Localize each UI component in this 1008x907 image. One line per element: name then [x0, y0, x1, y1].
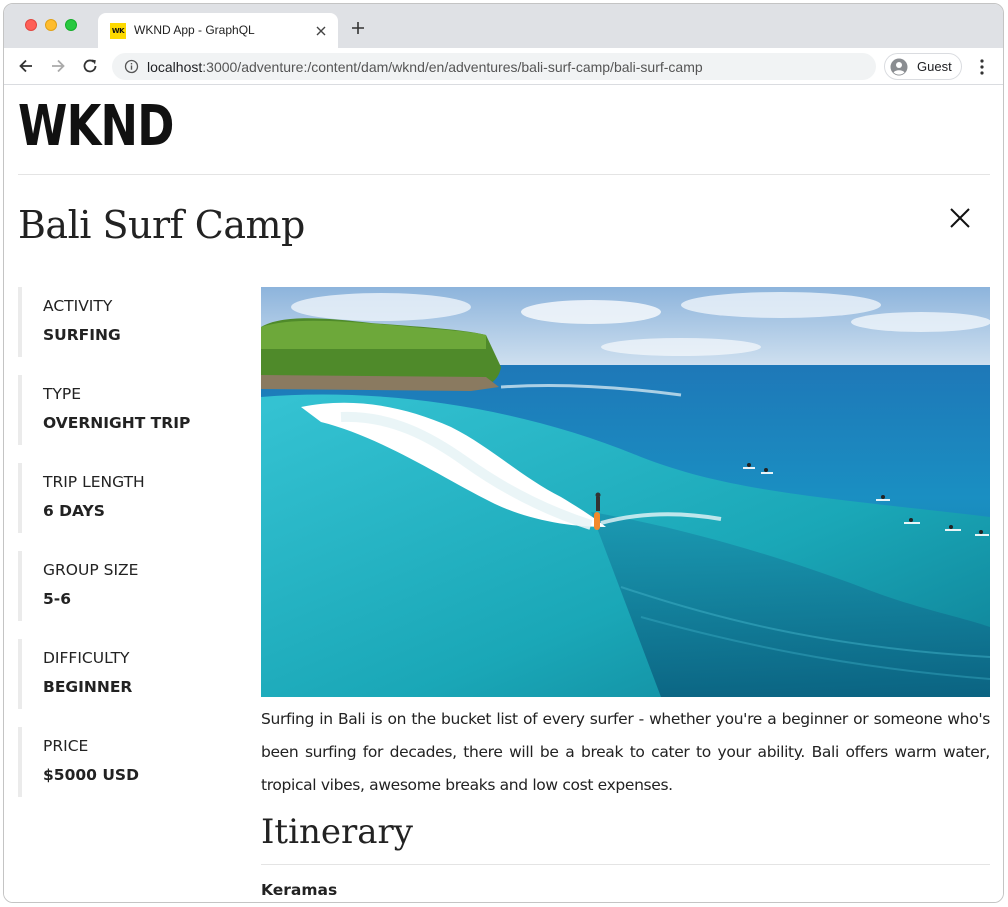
- favicon-icon: WK: [110, 23, 126, 39]
- itinerary-day-title: Keramas: [261, 881, 338, 899]
- detail-value: $5000 USD: [43, 766, 139, 784]
- detail-difficulty: DIFFICULTY BEGINNER: [18, 639, 232, 709]
- detail-label: TYPE: [43, 385, 82, 403]
- minimize-window-button[interactable]: [45, 19, 57, 31]
- tab-close-icon[interactable]: [314, 24, 328, 38]
- url-host: localhost: [147, 59, 203, 75]
- site-logo[interactable]: WKND: [18, 99, 174, 155]
- close-icon[interactable]: [948, 206, 972, 230]
- forward-icon[interactable]: [49, 57, 67, 75]
- browser-toolbar: localhost:3000/adventure:/content/dam/wk…: [4, 48, 1003, 85]
- detail-label: ACTIVITY: [43, 297, 113, 315]
- detail-label: GROUP SIZE: [43, 561, 139, 579]
- info-icon[interactable]: [124, 59, 139, 74]
- detail-type: TYPE OVERNIGHT TRIP: [18, 375, 232, 445]
- detail-group-size: GROUP SIZE 5-6: [18, 551, 232, 621]
- more-menu-icon[interactable]: [974, 58, 990, 76]
- profile-button[interactable]: Guest: [884, 53, 962, 80]
- page-content: WKND Bali Surf Camp ACTIVITY SURFING TYP…: [4, 85, 1003, 902]
- tab-title: WKND App - GraphQL: [134, 23, 255, 37]
- adventure-hero-image: [261, 287, 990, 697]
- adventure-description: Surfing in Bali is on the bucket list of…: [261, 710, 990, 794]
- detail-trip-length: TRIP LENGTH 6 DAYS: [18, 463, 232, 533]
- itinerary-divider: [261, 864, 990, 865]
- back-icon[interactable]: [17, 57, 35, 75]
- profile-label: Guest: [917, 59, 952, 74]
- detail-activity: ACTIVITY SURFING: [18, 287, 232, 357]
- page-title: Bali Surf Camp: [18, 203, 305, 247]
- url-path: :3000/adventure:/content/dam/wknd/en/adv…: [202, 59, 703, 75]
- header-divider: [18, 174, 990, 175]
- detail-label: PRICE: [43, 737, 89, 755]
- close-window-button[interactable]: [25, 19, 37, 31]
- detail-label: TRIP LENGTH: [43, 473, 145, 491]
- detail-value: SURFING: [43, 326, 121, 344]
- url-text: localhost:3000/adventure:/content/dam/wk…: [147, 59, 703, 75]
- detail-value: 6 DAYS: [43, 502, 105, 520]
- maximize-window-button[interactable]: [65, 19, 77, 31]
- browser-tab[interactable]: WK WKND App - GraphQL: [98, 13, 338, 48]
- avatar-icon: [890, 58, 908, 76]
- detail-price: PRICE $5000 USD: [18, 727, 232, 797]
- browser-window: WK WKND App - GraphQL localhost:3000/adv…: [3, 3, 1004, 903]
- address-bar[interactable]: localhost:3000/adventure:/content/dam/wk…: [112, 53, 876, 80]
- detail-label: DIFFICULTY: [43, 649, 130, 667]
- detail-value: OVERNIGHT TRIP: [43, 414, 191, 432]
- reload-icon[interactable]: [81, 57, 99, 75]
- new-tab-icon[interactable]: [350, 20, 366, 36]
- itinerary-heading: Itinerary: [261, 812, 413, 852]
- detail-value: BEGINNER: [43, 678, 133, 696]
- tab-strip: WK WKND App - GraphQL: [4, 4, 1003, 48]
- detail-value: 5-6: [43, 590, 72, 608]
